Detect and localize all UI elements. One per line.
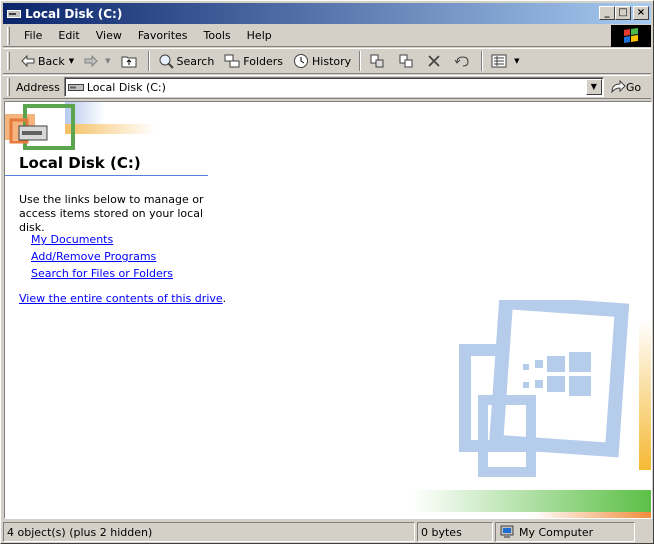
window-title: Local Disk (C:) [25,6,123,21]
menu-edit[interactable]: Edit [50,29,87,42]
forward-dropdown-icon[interactable]: ▼ [105,57,110,65]
status-object-count: 4 object(s) (plus 2 hidden) [3,522,415,542]
views-button[interactable]: ▼ [486,50,524,72]
drive-banner-graphic [5,102,155,150]
views-dropdown-icon[interactable]: ▼ [514,57,519,65]
up-folder-button[interactable] [116,50,145,72]
menu-file[interactable]: File [16,29,50,42]
windows-watermark-graphic [413,300,651,518]
undo-icon [454,56,469,67]
close-button[interactable]: × [633,6,649,20]
copy-to-button[interactable] [393,50,422,72]
address-label: Address [16,80,60,94]
status-location: My Computer [519,525,594,539]
address-bar: Address Local Disk (C:) ▼ Go [3,75,651,99]
folders-icon [224,54,240,68]
move-to-button[interactable] [364,50,393,72]
copy-to-icon [399,54,413,68]
search-files-link[interactable]: Search for Files or Folders [31,265,173,282]
address-input[interactable]: Local Disk (C:) ▼ [63,77,604,97]
history-label: History [312,54,352,68]
resize-grip[interactable] [637,521,649,541]
back-label: Back [38,54,65,68]
my-computer-icon [500,525,514,538]
search-label: Search [176,54,215,68]
toolbar-separator [359,51,362,71]
back-arrow-icon [21,55,35,67]
menu-help[interactable]: Help [239,29,280,42]
drive-icon [67,84,84,91]
explorer-window: Local Disk (C:) _ □ × File Edit View Fav… [0,0,654,544]
views-icon [491,54,507,68]
status-zone: My Computer [495,522,635,542]
folders-label: Folders [243,54,284,68]
folders-button[interactable]: Folders [219,50,288,72]
folder-content-pane: Local Disk (C:) Use the links below to m… [4,101,652,519]
forward-button[interactable]: ▼ [79,50,115,72]
address-value: Local Disk (C:) [86,80,166,94]
back-dropdown-icon[interactable]: ▼ [69,57,74,65]
history-button[interactable]: History [288,50,356,72]
menu-favorites[interactable]: Favorites [130,29,196,42]
address-dropdown-icon[interactable]: ▼ [585,79,602,95]
view-all-suffix: . [222,292,227,305]
delete-button[interactable] [422,50,449,72]
maximize-button[interactable]: □ [615,6,631,20]
title-bar[interactable]: Local Disk (C:) _ □ × [3,3,651,24]
up-folder-icon [121,56,136,68]
search-icon [159,54,174,69]
move-to-icon [370,54,384,68]
task-links: My Documents Add/Remove Programs Search … [31,231,173,282]
status-bar: 4 object(s) (plus 2 hidden) 0 bytes My C… [3,521,651,543]
view-all-line: View the entire contents of this drive. [19,290,226,307]
toolbar-separator [481,51,484,71]
title-underline [5,175,208,176]
menu-tools[interactable]: Tools [196,29,239,42]
address-grip[interactable] [7,78,10,96]
menu-grip[interactable] [7,26,10,45]
page-title: Local Disk (C:) [19,154,141,172]
drive-icon [6,6,22,22]
view-contents-link[interactable]: View the entire contents of this drive [19,292,223,305]
description-text: Use the links below to manage or access … [19,193,204,234]
menu-view[interactable]: View [88,29,130,42]
standard-toolbar: Back ▼ ▼ Search Folders History ▼ [3,48,651,74]
toolbar-separator [147,51,150,71]
toolbar-grip[interactable] [7,52,10,70]
undo-button[interactable] [449,50,478,72]
back-button[interactable]: Back ▼ [16,50,79,72]
my-documents-link[interactable]: My Documents [31,231,173,248]
menu-bar: File Edit View Favorites Tools Help [3,25,651,47]
go-label: Go [625,80,642,94]
status-size: 0 bytes [417,522,493,542]
windows-logo-icon [611,25,651,47]
delete-icon [428,55,440,67]
go-button[interactable]: Go [610,80,641,94]
forward-arrow-icon [84,55,98,67]
history-icon [294,54,309,68]
search-button[interactable]: Search [153,50,220,72]
add-remove-programs-link[interactable]: Add/Remove Programs [31,248,173,265]
minimize-button[interactable]: _ [599,6,615,20]
go-arrow-icon [611,80,626,94]
